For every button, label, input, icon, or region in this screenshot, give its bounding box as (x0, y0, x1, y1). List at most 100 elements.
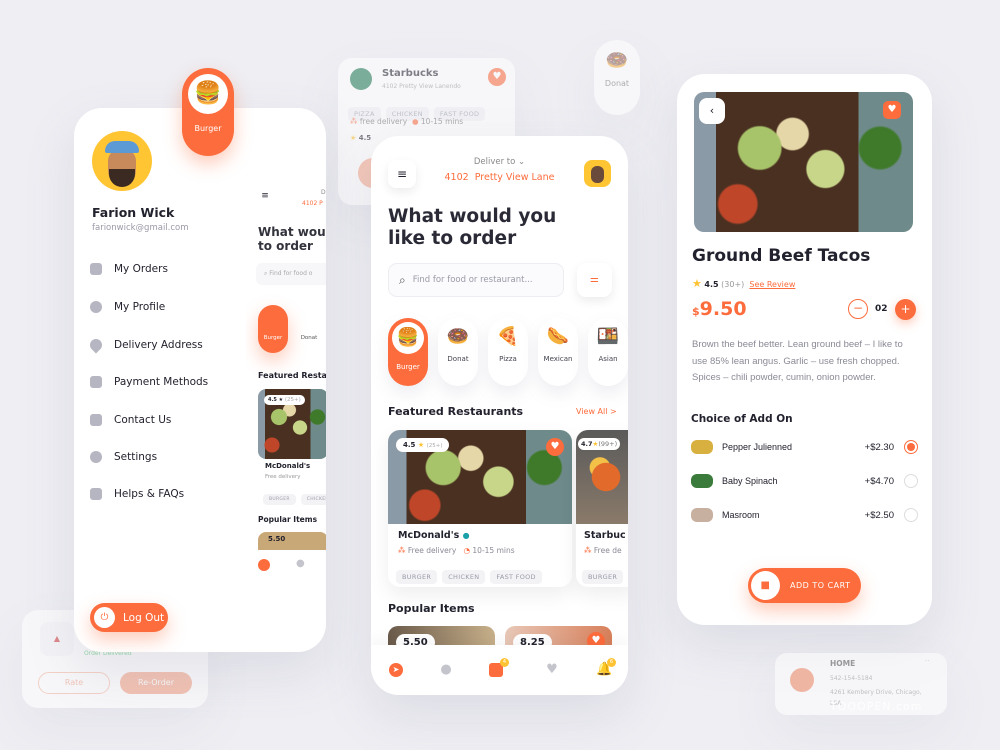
donut-icon: 🍩 (605, 50, 629, 71)
tag: BURGER (582, 570, 624, 584)
home-icon (790, 668, 814, 692)
notification-badge: 6 (607, 658, 616, 667)
category-asian[interactable]: 🍱 Asian (588, 318, 628, 386)
category-pizza[interactable]: 🍕 Pizza (488, 318, 528, 386)
category-label: Pizza (499, 355, 517, 363)
food-title: Ground Beef Tacos (692, 246, 871, 266)
delivery-text: Free de (593, 546, 622, 555)
menu-label: Payment Methods (114, 376, 209, 388)
location-nav-icon[interactable]: ● (439, 663, 453, 677)
decrease-quantity-button[interactable]: − (848, 299, 868, 319)
menu-item-payment-methods[interactable]: Payment Methods (90, 376, 208, 388)
pepper-icon (691, 440, 713, 454)
back-button[interactable]: ‹ (699, 98, 725, 124)
addon-option[interactable]: Pepper Julienned +$2.30 (691, 440, 918, 454)
add-to-cart-label: ADD TO CART (790, 581, 851, 590)
menu-label: Helps & FAQs (114, 488, 185, 500)
favorite-button[interactable]: ♥ (488, 68, 506, 86)
menu-label: Settings (114, 451, 158, 463)
tag: BURGER (263, 494, 296, 505)
featured-title: Featured Restaurants (388, 405, 524, 418)
addon-price: +$2.30 (864, 441, 894, 453)
popular-title: Popular Items (388, 602, 475, 615)
verified-icon: ● (462, 531, 470, 540)
power-icon: ⏻ (94, 607, 115, 628)
time-text: 10-15 mins (472, 546, 515, 555)
menu-button[interactable]: ≡ (256, 191, 274, 209)
menu-item-my-orders[interactable]: My Orders (90, 263, 168, 275)
addon-radio[interactable] (904, 440, 918, 454)
addon-price: +$4.70 (864, 475, 894, 487)
menu-item-contact-us[interactable]: Contact Us (90, 414, 171, 426)
filter-button[interactable]: ⚌ (577, 263, 612, 297)
favorites-nav-icon[interactable]: ♥ (545, 663, 559, 677)
restaurant-card[interactable]: 4.7★(99+) Starbuc ⁂ Free de BURGER (576, 430, 628, 587)
search-input[interactable]: ⌕ Find for food or restaurant... (388, 263, 564, 297)
favorite-button[interactable]: ♥ (546, 438, 564, 456)
rating-count: (99+) (598, 440, 618, 448)
mail-icon (90, 414, 102, 426)
menu-item-settings[interactable]: Settings (90, 451, 157, 463)
menu-item-my-profile[interactable]: My Profile (90, 301, 165, 313)
rate-button[interactable]: Rate (38, 672, 110, 694)
help-icon (90, 488, 102, 500)
addon-radio[interactable] (904, 474, 918, 488)
favorite-button[interactable]: ♥ (883, 101, 901, 119)
tag: CHICKEN (442, 570, 486, 584)
home-screen: ≡ Deliver to ⌄ 4102 Pretty View Lane Wha… (371, 136, 628, 695)
increase-quantity-button[interactable]: + (895, 299, 916, 320)
section-title: Featured Restau (258, 371, 326, 380)
burger-icon: 🍔 (392, 322, 424, 354)
menu-item-helps-faqs[interactable]: Helps & FAQs (90, 488, 184, 500)
delivery-text: Free delivery (407, 546, 457, 555)
category-burger-pill[interactable]: 🍔 Burger (182, 68, 234, 156)
restaurant-card[interactable]: 4.5 ★ (25+) ♥ McDonald's ● ⁂ Free delive… (388, 430, 572, 587)
address-phone: 542-154-5184 (830, 675, 873, 682)
category-label: Asian (598, 355, 618, 363)
category-burger[interactable]: Burger (258, 305, 288, 353)
rating-badge: 4.5 ★ (25+) (396, 438, 450, 452)
category-mexican[interactable]: 🌭 Mexican (538, 318, 578, 386)
search-input[interactable]: ⌕ Find for food o (256, 263, 326, 285)
user-icon (90, 301, 102, 313)
delivery-text: Free delivery (265, 474, 301, 480)
section-title: Popular Items (258, 515, 318, 524)
addon-radio[interactable] (904, 508, 918, 522)
logout-label: Log Out (123, 611, 165, 624)
page-title: What wou to order (258, 225, 326, 253)
addon-option[interactable]: Masroom +$2.50 (691, 508, 918, 522)
explore-nav-icon[interactable] (258, 559, 270, 571)
see-review-link[interactable]: See Review (749, 280, 795, 289)
food-price: 9.50 (699, 298, 747, 320)
logout-button[interactable]: ⏻ Log Out (90, 603, 168, 632)
addon-price: +$2.50 (864, 509, 894, 521)
add-to-cart-button[interactable]: ■ ADD TO CART (748, 568, 861, 603)
search-placeholder: Find for food or restaurant... (412, 275, 533, 285)
category-label: Burger (396, 363, 420, 371)
view-all-link[interactable]: View All > (576, 407, 617, 416)
menu-label: Contact Us (114, 414, 172, 426)
category-donat-pill[interactable]: 🍩 Donat (594, 40, 640, 115)
orders-icon (90, 263, 102, 275)
category-donat[interactable]: 🍩 Donat (438, 318, 478, 386)
avatar[interactable] (584, 160, 611, 187)
gear-icon (90, 451, 102, 463)
menu-item-delivery-address[interactable]: Delivery Address (87, 336, 203, 354)
category-burger[interactable]: 🍔 Burger (388, 318, 428, 386)
location-nav-icon[interactable]: ● (296, 558, 305, 569)
pizza-icon: 🍕 (496, 326, 520, 347)
more-options-icon[interactable]: ·· (925, 657, 929, 665)
mushroom-icon (691, 508, 713, 522)
hotdog-icon: 🌭 (546, 326, 570, 347)
category-label: Donat (604, 79, 630, 88)
wallet-icon (90, 376, 102, 388)
user-name: Farion Wick (92, 205, 175, 220)
addon-option[interactable]: Baby Spinach +$4.70 (691, 474, 918, 488)
reorder-button[interactable]: Re-Order (120, 672, 192, 694)
burger-icon: 🍔 (188, 74, 228, 114)
explore-nav-icon[interactable]: ➤ (389, 663, 403, 677)
category-donat[interactable]: Donat (296, 305, 322, 353)
star-icon: ★ (692, 277, 702, 290)
rating-badge: 4.7★(99+) (578, 438, 621, 450)
quantity-value: 02 (875, 304, 888, 314)
